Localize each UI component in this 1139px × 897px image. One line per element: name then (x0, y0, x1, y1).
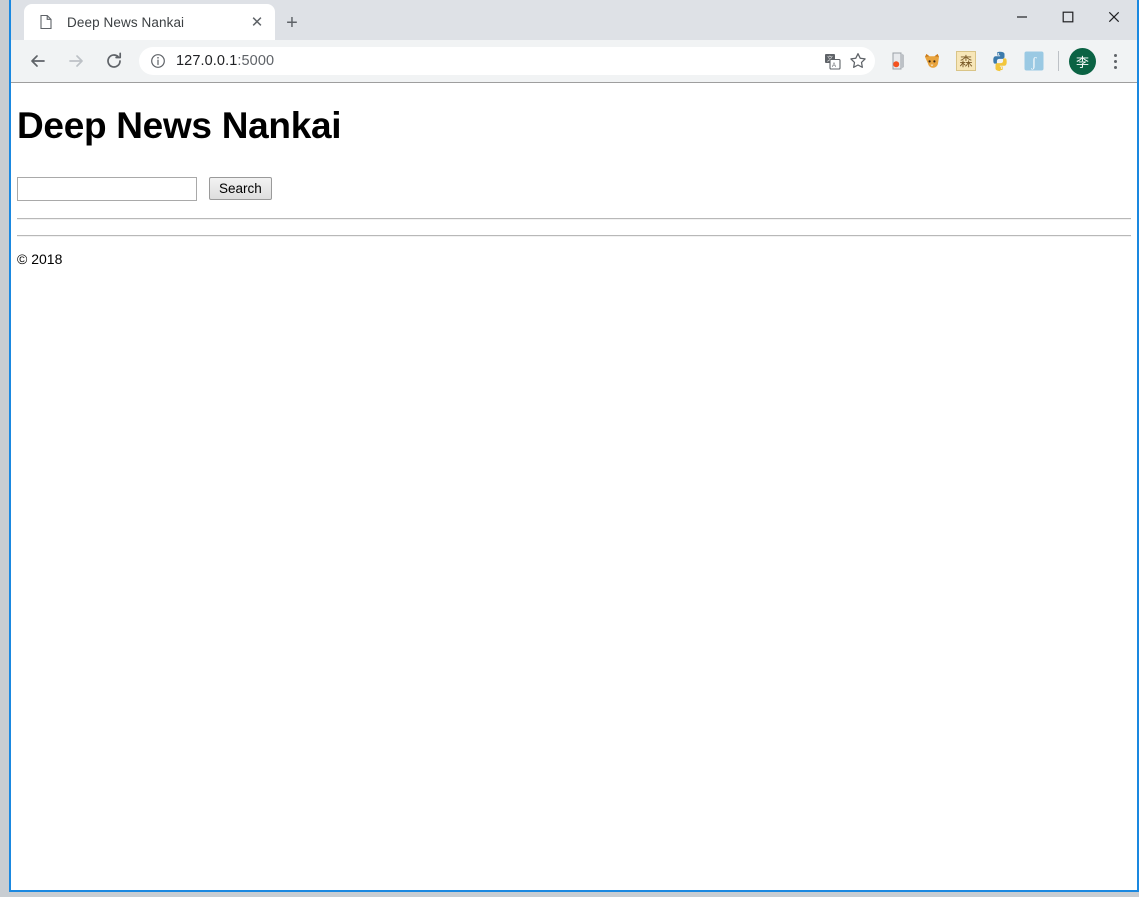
menu-dot (1113, 59, 1117, 63)
copyright-text: © 2018 (17, 250, 63, 267)
svg-text:森: 森 (959, 54, 972, 69)
extension-door-orange-dot-icon[interactable] (884, 47, 912, 75)
chrome-menu-icon[interactable] (1101, 47, 1129, 75)
close-window-button[interactable] (1091, 0, 1137, 34)
forward-button[interactable] (61, 46, 91, 76)
address-bar[interactable]: 127.0.0.1:5000 文 A (139, 47, 875, 75)
svg-text:ʃ: ʃ (1031, 56, 1037, 71)
reload-button[interactable] (99, 46, 129, 76)
search-form: Search (17, 176, 1137, 201)
screenshot-root: Deep News Nankai ✕ + 127.0.0.1:5000 A 森 … (0, 0, 1139, 897)
browser-toolbar: 127.0.0.1:5000 文 A (11, 40, 1137, 83)
extension-icons: 森 ʃ 李 (881, 47, 1137, 75)
maximize-button[interactable] (1045, 0, 1091, 34)
divider-top (17, 217, 1131, 220)
extension-tan-character-icon[interactable]: 森 (952, 47, 980, 75)
profile-avatar[interactable]: 李 (1069, 47, 1096, 75)
browser-tab-deep-news-nankai[interactable]: Deep News Nankai ✕ (24, 4, 275, 40)
page-viewport: Deep News Nankai Search © 2018 (11, 84, 1137, 890)
site-information-icon[interactable] (149, 52, 167, 70)
window-controls (999, 0, 1137, 34)
search-button[interactable]: Search (209, 176, 272, 201)
toolbar-divider (1058, 51, 1059, 71)
back-button[interactable] (23, 46, 53, 76)
extension-fox-icon[interactable] (918, 47, 946, 75)
url-text[interactable]: 127.0.0.1:5000 (176, 53, 819, 69)
url-host: 127.0.0.1 (176, 53, 238, 69)
new-tab-button[interactable]: + (279, 10, 305, 36)
translate-icon[interactable]: 文 A (819, 48, 845, 74)
extension-python-icon[interactable] (986, 47, 1014, 75)
divider-bottom (17, 234, 1131, 237)
url-port: :5000 (237, 53, 275, 69)
page-title: Deep News Nankai (17, 105, 342, 146)
browser-window: Deep News Nankai ✕ + 127.0.0.1:5000 A 森 … (9, 0, 1139, 892)
tab-title: Deep News Nankai (67, 14, 185, 30)
close-icon[interactable]: ✕ (247, 12, 267, 32)
web-page: Deep News Nankai Search © 2018 (11, 84, 1137, 267)
extension-blue-s-icon[interactable]: ʃ (1020, 47, 1048, 75)
menu-dot (1113, 53, 1117, 57)
tab-strip: Deep News Nankai ✕ + (11, 0, 1137, 40)
minimize-button[interactable] (999, 0, 1045, 34)
menu-dot (1113, 65, 1117, 69)
search-input[interactable] (17, 176, 197, 201)
star-icon[interactable] (845, 48, 871, 74)
svg-text:A: A (832, 63, 836, 69)
page-icon (38, 14, 54, 30)
